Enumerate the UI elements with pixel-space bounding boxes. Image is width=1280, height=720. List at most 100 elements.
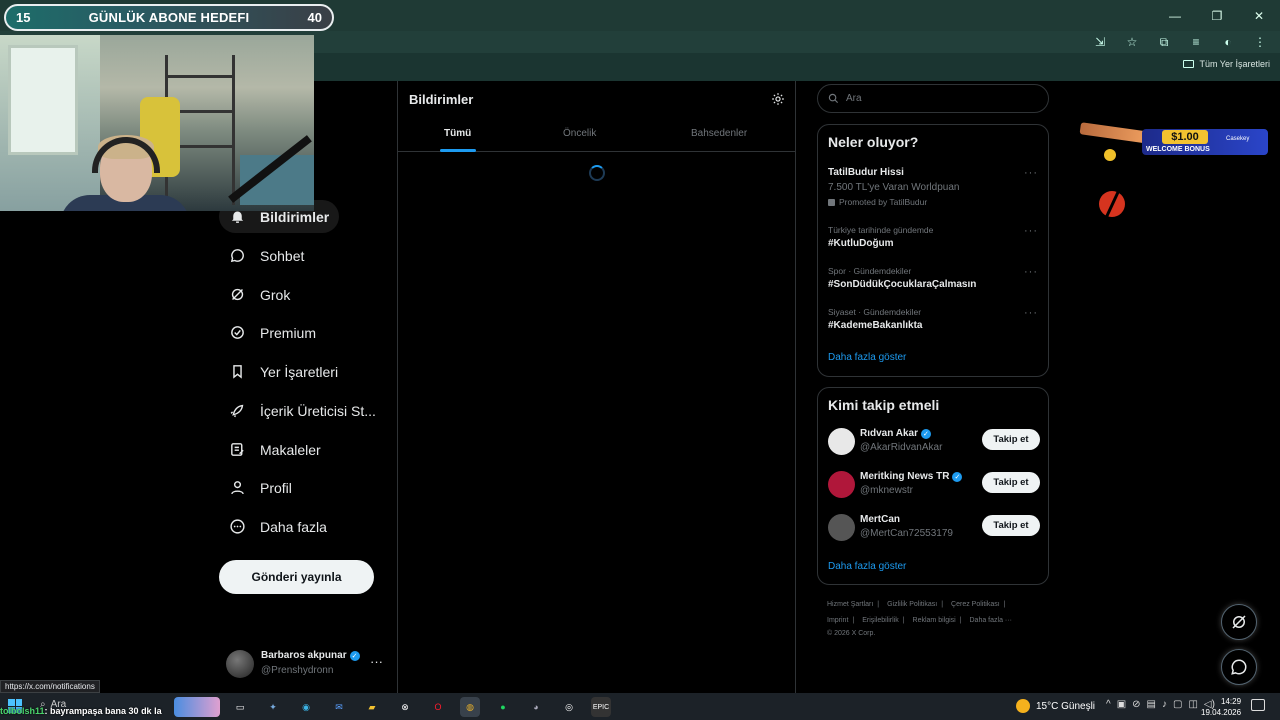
avatar xyxy=(828,514,855,541)
tab-all[interactable]: Tümü xyxy=(444,128,471,139)
tray-app-icon[interactable]: ▣ xyxy=(1117,699,1126,710)
mail-icon[interactable]: ✉ xyxy=(329,697,349,717)
more-dots-icon[interactable]: ··· xyxy=(370,654,383,669)
tray-app-icon[interactable]: ▤ xyxy=(1147,699,1156,710)
sidebar-item-rocket[interactable]: İçerik Üreticisi St... xyxy=(219,394,386,427)
promoted-icon xyxy=(828,198,835,206)
search-input[interactable]: Ara xyxy=(817,84,1049,113)
grok-fab-button[interactable] xyxy=(1221,604,1257,640)
footer-link[interactable]: Erişilebilirlik xyxy=(862,617,899,624)
follow-suggestion[interactable]: MertCan @MertCan72553179 Takip et xyxy=(828,514,1040,544)
tray-app-icon[interactable]: ▢ xyxy=(1173,699,1182,710)
discord-icon[interactable]: ◕ xyxy=(526,697,546,717)
trend-item[interactable]: Spor · Gündemdekiler #SonDüdükÇocuklaraÇ… xyxy=(828,266,1038,290)
tab-mentions[interactable]: Bahsedenler xyxy=(691,128,747,139)
trend-item[interactable]: Siyaset · Gündemdekiler #KademeBakanlıkt… xyxy=(828,307,1038,331)
edge-icon[interactable]: ◉ xyxy=(296,697,316,717)
tray-app-icon[interactable]: ⊘ xyxy=(1132,699,1140,710)
taskbar-clock[interactable]: 14:29 19.04.2026 xyxy=(1201,696,1241,718)
file-explorer-icon[interactable]: ▰ xyxy=(362,697,382,717)
trend-meta: Türkiye tarihinde gündemde xyxy=(828,225,934,235)
article-icon xyxy=(231,443,244,456)
sidebar-item-bookmark[interactable]: Yer İşaretleri xyxy=(219,355,348,388)
promoted-trend[interactable]: TatilBudur Hissi 7.500 TL'ye Varan World… xyxy=(828,167,1038,207)
spotify-icon[interactable]: ● xyxy=(493,697,513,717)
more-dots-icon[interactable]: ··· xyxy=(1024,266,1038,278)
media-icon[interactable]: ≡ xyxy=(1186,33,1206,51)
mic-icon[interactable]: ♪ xyxy=(1162,699,1167,710)
sidebar-item-chat[interactable]: Sohbet xyxy=(219,239,314,272)
messages-fab-button[interactable] xyxy=(1221,649,1257,685)
weather-widget[interactable]: 15°C Güneşli xyxy=(1016,699,1095,713)
close-icon[interactable]: ✕ xyxy=(1238,0,1280,31)
follow-name-text: MertCan xyxy=(860,514,901,525)
account-handle: @Prenshydronn xyxy=(261,665,334,676)
avatar xyxy=(828,471,855,498)
chrome-icon[interactable]: ◍ xyxy=(460,697,480,717)
more-dots-icon[interactable]: ··· xyxy=(1024,167,1038,179)
footer-link[interactable]: Imprint xyxy=(827,617,848,624)
footer-link[interactable]: Daha fazla ··· xyxy=(970,617,1012,624)
trend-name: #KutluDoğum xyxy=(828,238,894,249)
sidebar-item-grok[interactable]: Grok xyxy=(219,278,300,311)
menu-kebab-icon[interactable]: ⋮ xyxy=(1250,33,1270,51)
promoted-name: TatilBudur Hissi xyxy=(828,167,904,178)
follow-button[interactable]: Takip et xyxy=(982,429,1040,450)
widgets-icon[interactable] xyxy=(174,697,220,717)
trends-show-more-link[interactable]: Daha fazla göster xyxy=(828,352,906,363)
stream-chat-overlay: tolbolsh11: bayrampaşa bana 30 dk la xyxy=(0,706,162,716)
epic-games-icon[interactable]: EPIC xyxy=(591,697,611,717)
sidebar-item-more-circle[interactable]: Daha fazla xyxy=(219,510,337,543)
trends-title: Neler oluyor? xyxy=(828,134,919,150)
tab-priority[interactable]: Öncelik xyxy=(563,128,596,139)
follow-button[interactable]: Takip et xyxy=(982,472,1040,493)
trend-item[interactable]: Türkiye tarihinde gündemde #KutluDoğum ·… xyxy=(828,225,1038,249)
tray-chevron-icon[interactable]: ^ xyxy=(1106,699,1111,710)
star-icon[interactable]: ☆ xyxy=(1122,33,1142,51)
sidebar-item-premium[interactable]: Premium xyxy=(219,316,326,349)
follow-name: MertCan xyxy=(860,514,900,525)
folder-icon xyxy=(1183,60,1195,68)
opera-icon[interactable]: O xyxy=(428,697,448,717)
account-switcher[interactable]: Barbaros akpunar ✓ @Prenshydronn ··· xyxy=(226,648,386,680)
chat-icon xyxy=(1231,659,1247,675)
task-view-icon[interactable]: ▭ xyxy=(230,697,250,717)
minimize-icon[interactable]: — xyxy=(1154,0,1196,31)
xbox-icon[interactable]: ⊗ xyxy=(395,697,415,717)
post-button[interactable]: Gönderi yayınla xyxy=(219,560,374,594)
footer-link[interactable]: Hizmet Şartları xyxy=(827,601,873,608)
install-app-icon[interactable]: ⇲ xyxy=(1090,33,1110,51)
obs-icon[interactable]: ◎ xyxy=(559,697,579,717)
follow-suggestion[interactable]: Rıdvan Akar ✓ @AkarRidvanAkar Takip et xyxy=(828,428,1040,458)
network-icon[interactable]: ◫ xyxy=(1188,699,1197,710)
more-dots-icon[interactable]: ··· xyxy=(1024,225,1038,237)
sidebar-item-profile[interactable]: Profil xyxy=(219,471,302,504)
notification-center-icon[interactable] xyxy=(1251,699,1265,711)
settings-gear-icon[interactable] xyxy=(771,92,785,106)
active-tab-indicator xyxy=(440,149,476,152)
trends-card: Neler oluyor? TatilBudur Hissi 7.500 TL'… xyxy=(817,124,1049,377)
more-dots-icon[interactable]: ··· xyxy=(1024,307,1038,319)
follow-handle: @MertCan72553179 xyxy=(860,528,953,539)
follow-suggestion[interactable]: Meritking News TR ✓ @mknewstr Takip et xyxy=(828,471,1040,501)
footer-link[interactable]: Gizlilik Politikası xyxy=(887,601,937,608)
sidebar-item-label: Daha fazla xyxy=(260,518,327,535)
follow-handle: @mknewstr xyxy=(860,485,913,496)
clock-date: 19.04.2026 xyxy=(1201,708,1242,717)
notifications-column: Bildirimler Tümü Öncelik Bahsedenler xyxy=(397,81,796,693)
sidebar-item-article[interactable]: Makaleler xyxy=(219,433,331,466)
footer-link[interactable]: Çerez Politikası xyxy=(951,601,1000,608)
all-bookmarks-button[interactable]: Tüm Yer İşaretleri xyxy=(1183,59,1270,69)
follow-show-more-link[interactable]: Daha fazla göster xyxy=(828,561,906,572)
subscriber-goal-overlay: 15 GÜNLÜK ABONE HEDEFI 40 xyxy=(4,4,334,31)
sidebar-item-label: Yer İşaretleri xyxy=(260,363,339,380)
restore-icon[interactable]: ❐ xyxy=(1196,0,1238,31)
copilot-icon[interactable]: ✦ xyxy=(263,697,283,717)
extensions-icon[interactable]: ⧉ xyxy=(1154,33,1174,51)
follow-button[interactable]: Takip et xyxy=(982,515,1040,536)
profile-avatar-icon[interactable]: ◐ xyxy=(1218,33,1238,51)
windows-taskbar: ⌕ Ara ▭ ✦ ◉ ✉ ▰ ⊗ O ◍ ● ◕ ◎ EPIC 15°C Gü… xyxy=(0,693,1280,720)
goal-target: 40 xyxy=(307,10,322,25)
footer-link[interactable]: Reklam bilgisi xyxy=(913,617,956,624)
ad-brand: Casekey xyxy=(1226,136,1250,142)
